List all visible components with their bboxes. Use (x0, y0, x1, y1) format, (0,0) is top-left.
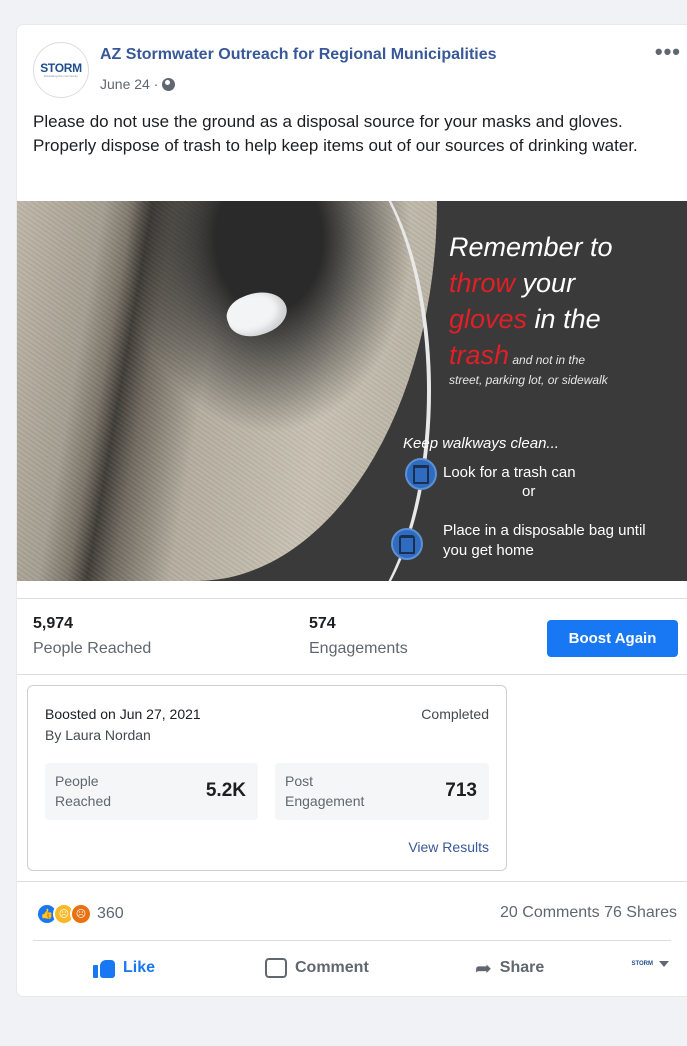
metric-people-reached-label: People Reached (55, 771, 111, 811)
image-tip2-line1: Place in a disposable bag until (443, 522, 646, 539)
post-image[interactable]: Remember to throw your gloves in the tra… (17, 201, 687, 581)
metric-people-label-1: People (55, 773, 99, 789)
image-word-throw: throw (449, 268, 516, 298)
page-name-link[interactable]: AZ Stormwater Outreach for Regional Muni… (100, 46, 497, 64)
people-reached-label: People Reached (33, 640, 152, 657)
post-as-selector[interactable]: STORM (631, 961, 669, 967)
boost-author: By Laura Nordan (45, 727, 151, 743)
bag-icon (391, 528, 423, 560)
share-label: Share (499, 959, 545, 976)
metric-people-reached-value: 5.2K (205, 780, 246, 801)
page-mini-logo: STORM (631, 961, 653, 967)
chevron-down-icon (659, 961, 669, 967)
share-button[interactable]: ➦ Share (475, 957, 545, 980)
image-line1: Remember to (449, 232, 613, 262)
thumbs-up-icon (93, 958, 115, 978)
image-word-your: your (515, 268, 576, 298)
metric-post-engagement-label: Post Engagement (285, 771, 364, 811)
metric-engagement-label-2: Engagement (285, 793, 365, 809)
view-results-link[interactable]: View Results (408, 839, 489, 855)
reaction-summary[interactable]: 👍 ☹ ☹ 360 (36, 903, 124, 925)
engagements-value: 574 (309, 615, 336, 632)
image-or: or (522, 483, 536, 500)
image-subtext: street, parking lot, or sidewalk (449, 373, 608, 387)
divider (17, 674, 687, 675)
post-date[interactable]: June 24 · (100, 76, 158, 92)
image-keep-clean: Keep walkways clean... (403, 435, 559, 452)
image-word-trash: trash (449, 340, 510, 370)
boost-again-button[interactable]: Boost Again (547, 620, 678, 657)
image-and-not: and not in the (509, 353, 586, 367)
like-label: Like (123, 959, 156, 976)
boost-date: Boosted on Jun 27, 2021 (45, 706, 201, 722)
avatar-logo-text: STORM (40, 61, 82, 75)
page-avatar[interactable]: STORM Educating the community (33, 42, 89, 98)
trash-can-icon (405, 458, 437, 490)
people-reached-value: 5,974 (33, 615, 74, 632)
engagements-label: Engagements (309, 640, 408, 657)
metric-engagement-label-1: Post (285, 773, 314, 789)
more-options-button[interactable]: ••• (655, 39, 681, 65)
divider (17, 881, 687, 882)
angry-reaction-icon: ☹ (70, 903, 92, 925)
avatar-logo-subtext: Educating the community (44, 74, 78, 78)
boost-status: Completed (421, 706, 489, 722)
metric-post-engagement: Post Engagement 713 (275, 763, 489, 820)
divider (17, 598, 687, 599)
post-card: STORM Educating the community AZ Stormwa… (17, 25, 687, 996)
globe-icon (162, 77, 176, 91)
comments-count-link[interactable]: 20 Comments (500, 904, 600, 921)
image-headline: Remember to throw your gloves in the tra… (449, 229, 687, 378)
comment-icon (265, 958, 287, 978)
shares-count-link[interactable]: 76 Shares (604, 904, 677, 921)
post-meta: June 24 · (100, 76, 176, 92)
image-tip2-line2: you get home (443, 542, 534, 559)
metric-post-engagement-value: 713 (445, 780, 477, 801)
comment-button[interactable]: Comment (265, 957, 369, 979)
image-tip2: Place in a disposable bag until you get … (443, 521, 646, 561)
divider (33, 940, 671, 941)
metric-people-reached: People Reached 5.2K (45, 763, 258, 820)
comment-label: Comment (295, 959, 369, 976)
image-tip1: Look for a trash can (443, 464, 576, 481)
boost-summary-box: Boosted on Jun 27, 2021 By Laura Nordan … (27, 685, 507, 871)
post-text: Please do not use the ground as a dispos… (33, 112, 638, 155)
image-word-in-the: in the (527, 304, 601, 334)
engagement-counts: 20 Comments 76 Shares (500, 904, 677, 922)
reaction-count: 360 (97, 905, 124, 922)
image-word-gloves: gloves (449, 304, 528, 334)
share-icon: ➦ (475, 957, 492, 980)
metric-people-label-2: Reached (55, 793, 112, 809)
like-button[interactable]: Like (93, 957, 155, 979)
